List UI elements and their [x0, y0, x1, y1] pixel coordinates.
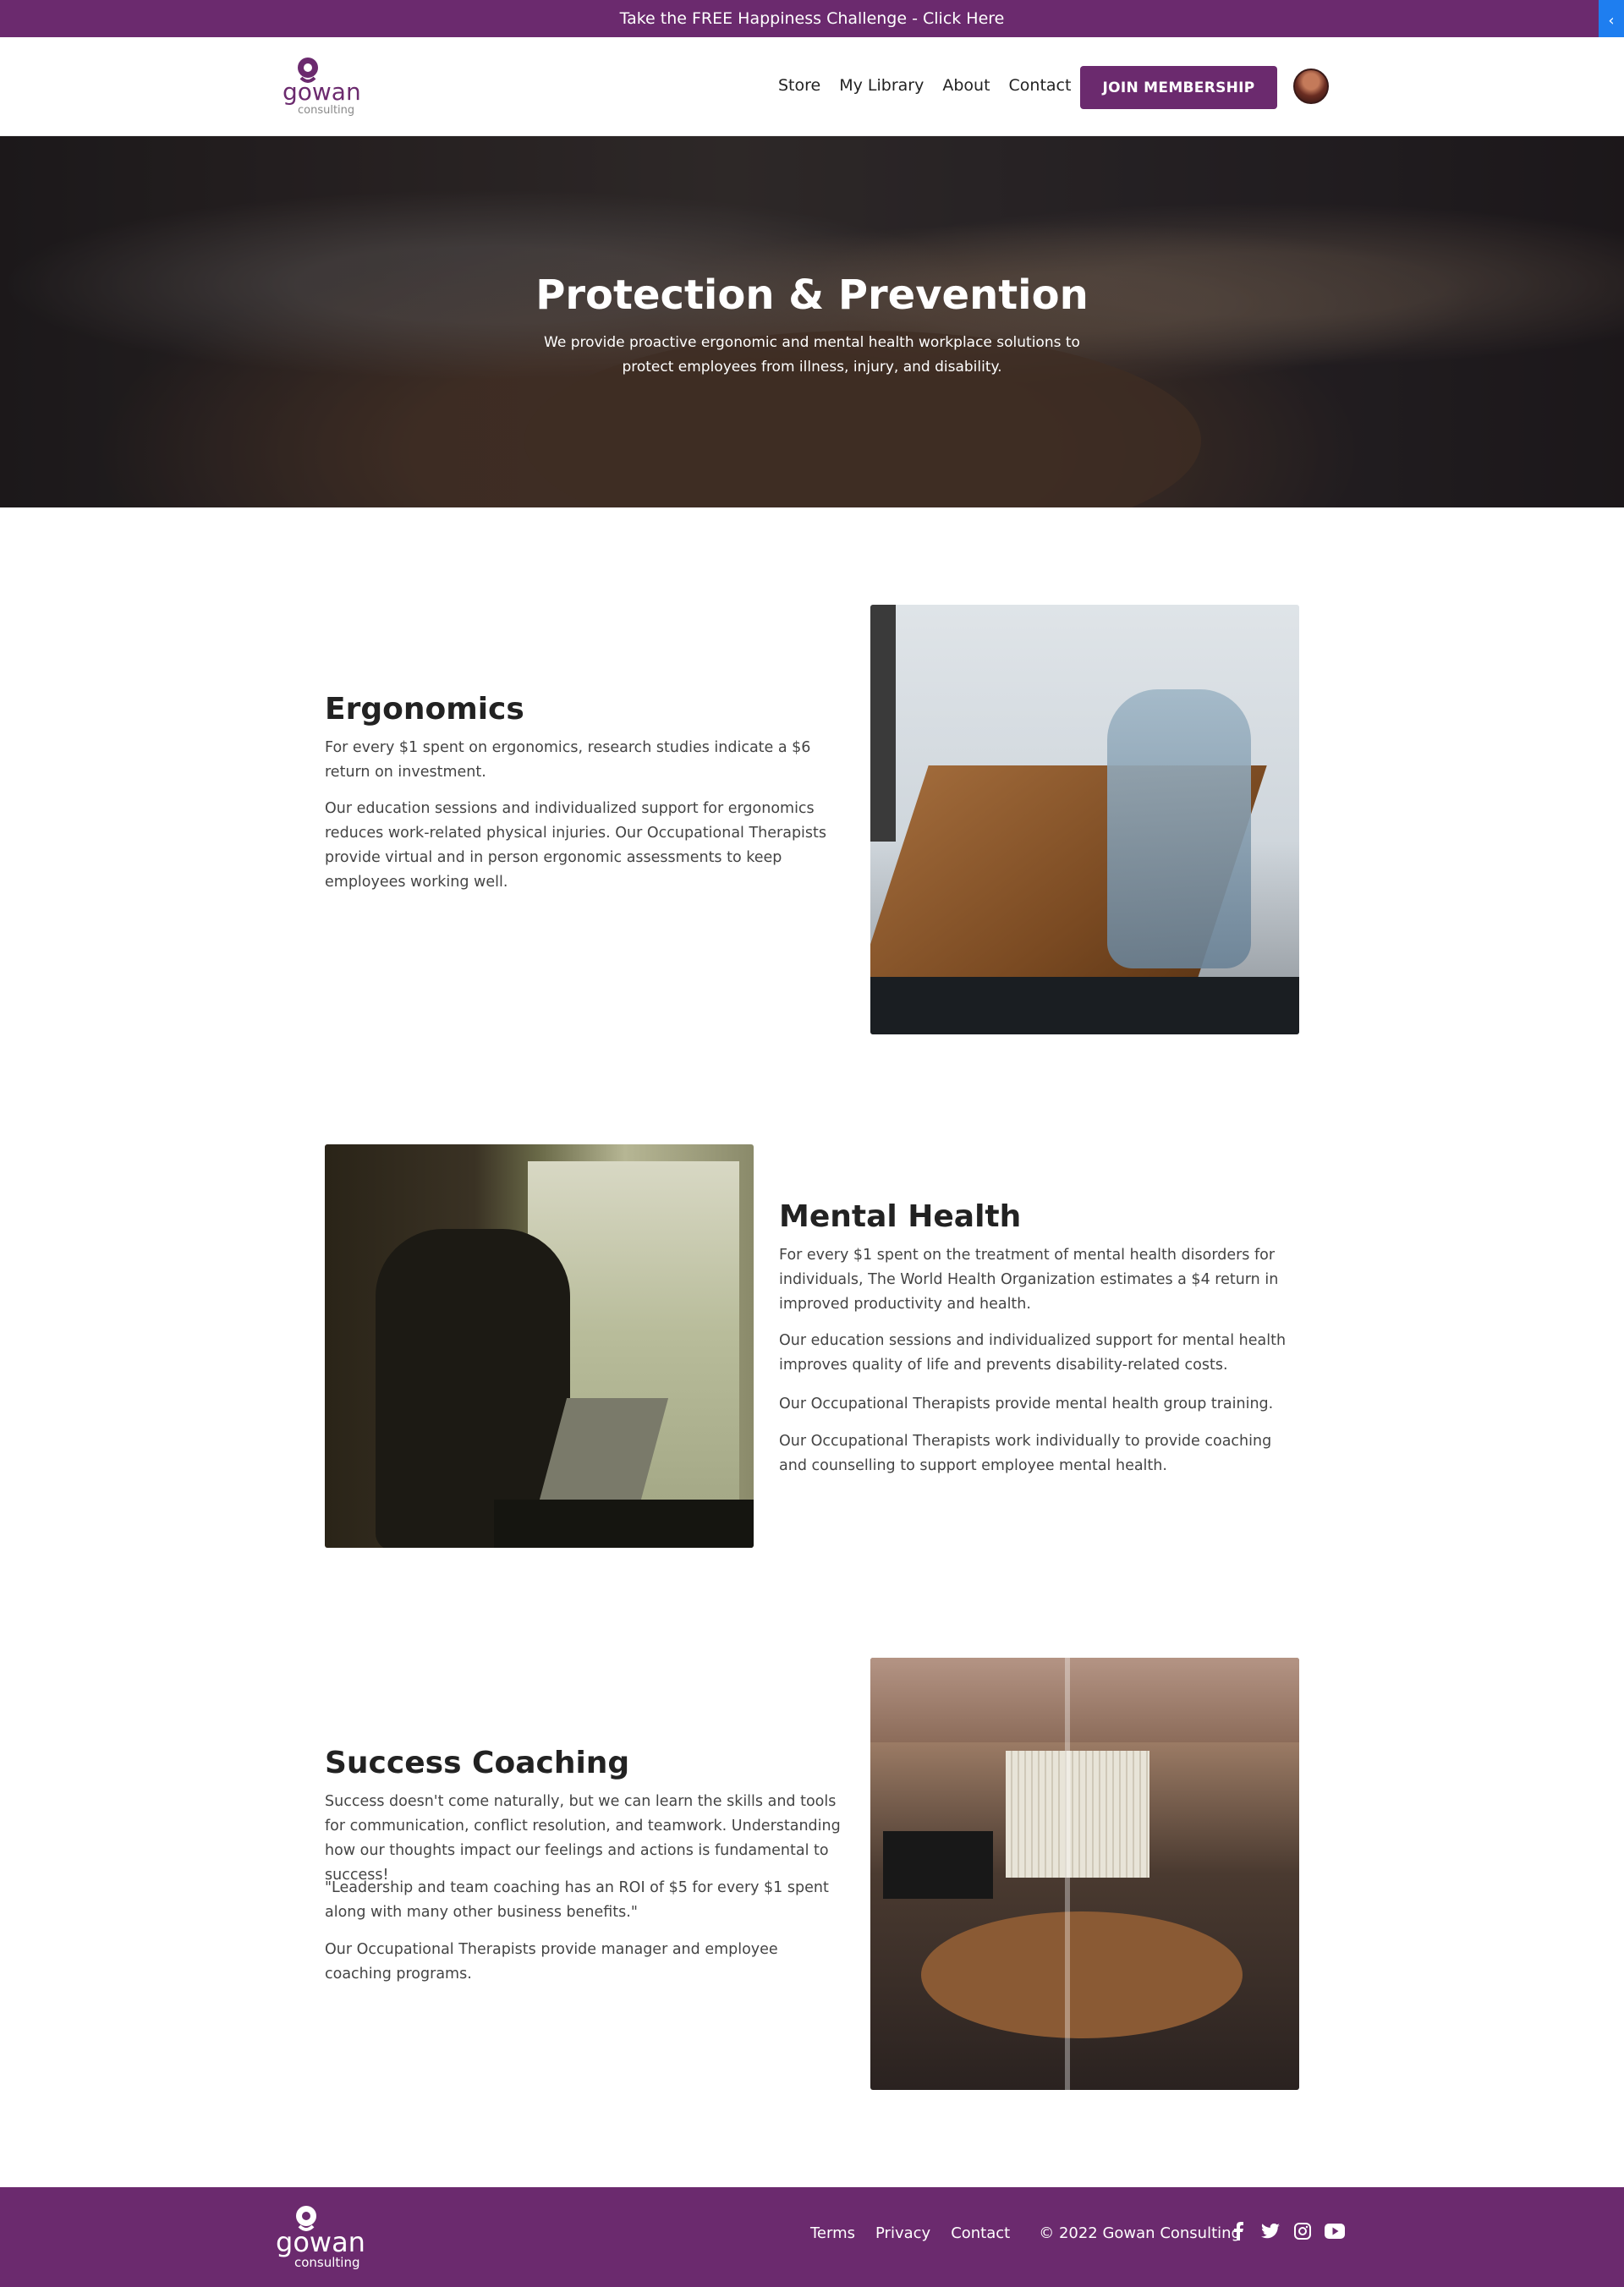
announcement-bar[interactable]: Take the FREE Happiness Challenge - Clic… [0, 0, 1624, 37]
section-paragraph: For every $1 spent on ergonomics, resear… [325, 739, 811, 781]
announcement-text[interactable]: Take the FREE Happiness Challenge - Clic… [620, 9, 1005, 28]
hero-title: Protection & Prevention [535, 271, 1089, 319]
ergonomics-image [870, 605, 1299, 1034]
join-membership-button[interactable]: JOIN MEMBERSHIP [1080, 66, 1277, 109]
section-title-mental-health: Mental Health [779, 1199, 1022, 1234]
logo-text: gowan [283, 78, 360, 106]
footer-links: Terms Privacy Contact © 2022 Gowan Consu… [810, 2224, 1261, 2242]
social-links [1228, 2221, 1345, 2241]
nav-my-library[interactable]: My Library [839, 76, 924, 95]
logo-sub: consulting [298, 104, 354, 117]
avatar[interactable] [1293, 69, 1329, 104]
section-paragraph: Our Occupational Therapists provide mana… [325, 1941, 778, 1983]
section-paragraph: Our Occupational Therapists work individ… [779, 1433, 1272, 1474]
main-nav: Store My Library About Contact [778, 76, 1089, 95]
logo[interactable]: gowan consulting [283, 56, 361, 117]
site-footer: gowan consulting Terms Privacy Contact ©… [0, 2187, 1624, 2287]
hero-subtitle: We provide proactive ergonomic and menta… [544, 334, 1080, 376]
section-title-success-coaching: Success Coaching [325, 1746, 630, 1780]
section-title-ergonomics: Ergonomics [325, 692, 524, 727]
section-paragraph: Our education sessions and individualize… [779, 1332, 1287, 1374]
youtube-icon[interactable] [1325, 2221, 1345, 2241]
footer-copyright: © 2022 Gowan Consulting [1039, 2224, 1241, 2242]
footer-logo-text: gowan [276, 2226, 365, 2258]
section-paragraph: Success doesn't come naturally, but we c… [325, 1793, 841, 1884]
mental-health-image [325, 1144, 754, 1548]
section-paragraph: Our Occupational Therapists provide ment… [779, 1396, 1274, 1412]
site-header: gowan consulting Store My Library About … [0, 37, 1624, 136]
hero-banner: Protection & Prevention We provide proac… [0, 136, 1624, 507]
section-paragraph: "Leadership and team coaching has an ROI… [325, 1879, 829, 1921]
facebook-icon[interactable] [1228, 2221, 1248, 2241]
instagram-icon[interactable] [1292, 2221, 1313, 2241]
section-paragraph: Our education sessions and individualize… [325, 800, 827, 891]
footer-logo-sub: consulting [294, 2255, 360, 2270]
chevron-left-icon[interactable]: ‹ [1599, 0, 1624, 41]
footer-link-privacy[interactable]: Privacy [875, 2224, 930, 2242]
section-paragraph: For every $1 spent on the treatment of m… [779, 1247, 1279, 1313]
footer-link-terms[interactable]: Terms [810, 2224, 855, 2242]
nav-contact[interactable]: Contact [1009, 76, 1072, 95]
nav-about[interactable]: About [942, 76, 990, 95]
nav-store[interactable]: Store [778, 76, 820, 95]
success-coaching-image [870, 1658, 1299, 2090]
footer-logo[interactable]: gowan consulting [276, 2202, 369, 2270]
footer-link-contact[interactable]: Contact [951, 2224, 1010, 2242]
twitter-icon[interactable] [1260, 2221, 1281, 2241]
